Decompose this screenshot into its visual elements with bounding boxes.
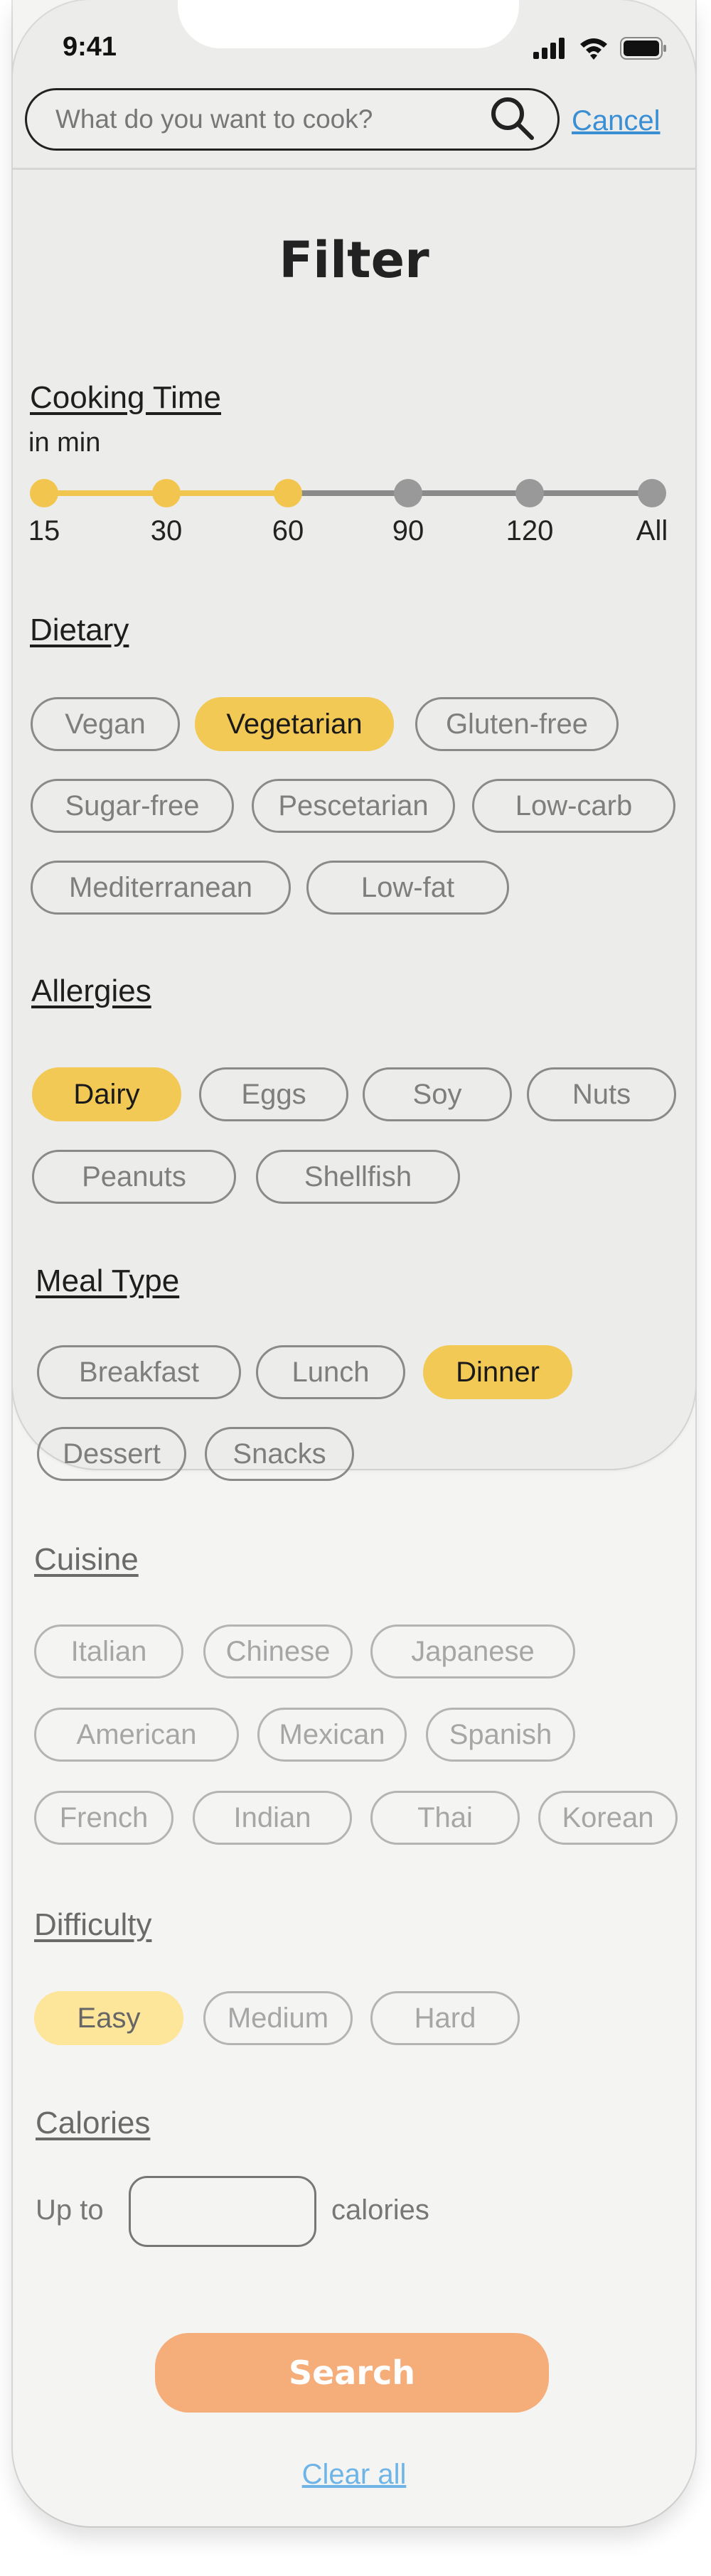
cooking-time-stop[interactable] (394, 479, 422, 507)
search-input[interactable] (55, 104, 488, 134)
dietary-chip[interactable]: Vegetarian (195, 697, 394, 751)
status-time: 9:41 (63, 32, 117, 62)
allergy-chip[interactable]: Dairy (32, 1067, 181, 1121)
dietary-chip[interactable]: Gluten-free (415, 697, 619, 751)
search-icon[interactable] (488, 94, 536, 145)
meal-type-chip[interactable]: Lunch (256, 1345, 405, 1399)
wifi-icon (579, 37, 609, 63)
cooking-time-stop[interactable] (638, 479, 666, 507)
clear-all-link[interactable]: Clear all (302, 2459, 407, 2490)
cooking-time-stop[interactable] (515, 479, 544, 507)
section-title-meal-type: Meal Type (36, 1263, 180, 1298)
search-button[interactable]: Search (155, 2333, 549, 2413)
dietary-chip[interactable]: Pescetarian (252, 779, 455, 833)
cooking-time-label: 15 (28, 515, 60, 546)
meal-type-chip[interactable]: Snacks (205, 1427, 354, 1481)
page-title: Filter (279, 231, 429, 289)
meal-type-chip[interactable]: Dessert (37, 1427, 186, 1481)
clear-all-row: Clear all (13, 2459, 695, 2491)
cooking-time-stop[interactable] (274, 479, 302, 507)
section-title-allergies: Allergies (31, 974, 151, 1008)
dietary-chip[interactable]: Mediterranean (31, 861, 291, 915)
search-bar (25, 88, 560, 151)
calories-prefix: Up to (36, 2194, 104, 2226)
cooking-time-stop[interactable] (152, 479, 181, 507)
calories-input[interactable] (129, 2176, 316, 2247)
cuisine-chip[interactable]: Korean (538, 1791, 678, 1845)
meal-type-chip[interactable]: Breakfast (37, 1345, 241, 1399)
meal-type-chip[interactable]: Dinner (423, 1345, 572, 1399)
cuisine-chip[interactable]: Italian (34, 1624, 183, 1678)
device-notch (178, 0, 519, 48)
battery-icon (620, 37, 667, 63)
cooking-time-label: 120 (506, 515, 554, 546)
phone-frame: 9:41 Cancel Filter Cooking Time in min 1… (13, 0, 695, 2526)
cooking-time-label: 30 (150, 515, 183, 546)
cuisine-chip[interactable]: Mexican (257, 1708, 407, 1762)
section-title-calories: Calories (36, 2106, 151, 2140)
cuisine-chip[interactable]: American (34, 1708, 239, 1762)
cancel-button[interactable]: Cancel (572, 105, 661, 137)
section-title-cuisine: Cuisine (34, 1542, 139, 1577)
cuisine-chip[interactable]: Spanish (426, 1708, 575, 1762)
allergy-chip[interactable]: Shellfish (256, 1150, 460, 1204)
allergy-chip[interactable]: Soy (363, 1067, 512, 1121)
cuisine-chip[interactable]: Chinese (203, 1624, 353, 1678)
dietary-chip[interactable]: Low-carb (472, 779, 675, 833)
dietary-chip[interactable]: Vegan (31, 697, 180, 751)
cooking-time-stop[interactable] (30, 479, 58, 507)
difficulty-chip[interactable]: Hard (370, 1991, 520, 2045)
status-icons (533, 37, 667, 63)
cooking-time-label: 90 (392, 515, 424, 546)
cellular-signal-icon (533, 38, 567, 62)
cooking-time-label: All (636, 515, 668, 546)
allergy-chip[interactable]: Nuts (527, 1067, 676, 1121)
cuisine-chip[interactable]: Japanese (370, 1624, 575, 1678)
difficulty-chip[interactable]: Easy (34, 1991, 183, 2045)
difficulty-chip[interactable]: Medium (203, 1991, 353, 2045)
section-title-difficulty: Difficulty (34, 1907, 152, 1942)
allergy-chip[interactable]: Eggs (199, 1067, 348, 1121)
cooking-time-unit: in min (28, 428, 101, 458)
header-divider (13, 168, 695, 170)
section-title-dietary: Dietary (30, 613, 129, 647)
dietary-chip[interactable]: Sugar-free (31, 779, 234, 833)
calories-suffix: calories (331, 2194, 429, 2226)
cooking-time-label: 60 (272, 515, 304, 546)
allergy-chip[interactable]: Peanuts (32, 1150, 236, 1204)
cuisine-chip[interactable]: Indian (193, 1791, 352, 1845)
cuisine-chip[interactable]: Thai (370, 1791, 520, 1845)
dietary-chip[interactable]: Low-fat (306, 861, 509, 915)
section-title-cooking-time: Cooking Time (30, 380, 222, 415)
cuisine-chip[interactable]: French (34, 1791, 173, 1845)
